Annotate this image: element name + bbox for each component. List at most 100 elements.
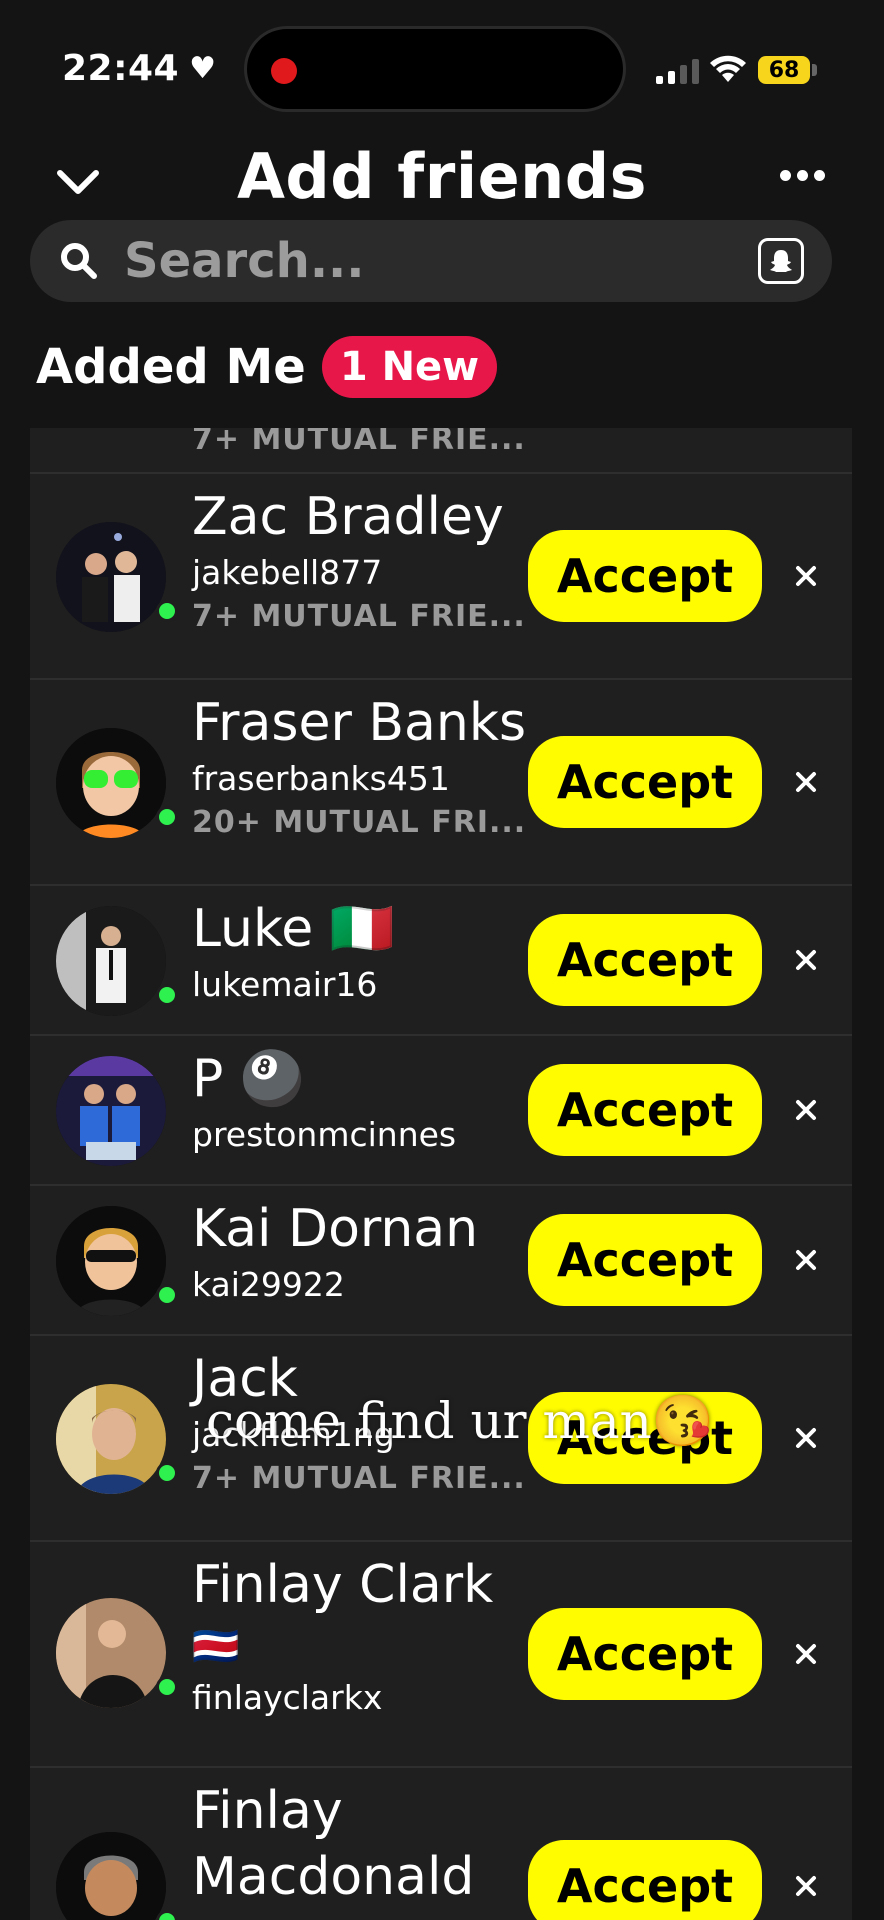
friend-name: Luke 🇮🇹 (192, 899, 395, 959)
battery-level: 68 (768, 57, 800, 83)
friend-info: Zac Bradley jakebell877 7+ MUTUAL FRIE..… (192, 487, 526, 634)
page-title: Add friends (236, 140, 648, 213)
cellular-signal-icon (656, 58, 699, 84)
snapcode-icon (770, 250, 792, 272)
accept-button[interactable]: Accept (528, 1840, 762, 1920)
battery-tip (812, 64, 817, 76)
accept-button[interactable]: Accept (528, 530, 762, 622)
friend-info: Luke 🇮🇹 lukemair16 (192, 899, 522, 1007)
list-item[interactable]: Finlay Macdonald Accept (30, 1766, 852, 1920)
close-icon (796, 1428, 816, 1448)
list-item[interactable]: Fraser Banks fraserbanks451 20+ MUTUAL F… (30, 678, 852, 884)
avatar (56, 1206, 166, 1316)
friend-username: kai29922 (192, 1264, 345, 1304)
friend-username: jakebell877 (192, 552, 383, 592)
avatar (56, 1598, 166, 1708)
accept-button[interactable]: Accept (528, 1214, 762, 1306)
avatar (56, 1056, 166, 1166)
added-me-section-header: Added Me 1 New (36, 336, 498, 398)
friend-info: Finlay Clark 🇨🇷 finlayclarkx (192, 1555, 522, 1720)
online-indicator (156, 1462, 178, 1484)
mutual-friends-label: 7+ MUTUAL FRIE... (192, 1460, 526, 1496)
more-options-button[interactable] (780, 170, 825, 181)
avatar (56, 728, 166, 838)
status-bar: 22:44 ♥ 68 (0, 0, 884, 140)
friend-name: Kai Dornan (192, 1199, 479, 1259)
online-indicator (156, 1910, 178, 1920)
dismiss-button[interactable] (788, 1636, 824, 1672)
wifi-icon (710, 55, 746, 82)
added-me-list: 7+ MUTUAL FRIE... Zac Bradley jakebell87… (30, 428, 852, 1920)
search-input[interactable] (124, 220, 744, 302)
list-item[interactable]: Finlay Clark 🇨🇷 finlayclarkx Accept (30, 1540, 852, 1766)
close-icon (796, 1100, 816, 1120)
back-button[interactable] (48, 152, 108, 212)
snapcode-button[interactable] (758, 238, 804, 284)
friend-info: P 🎱 prestonmcinnes (192, 1049, 522, 1157)
search-icon (61, 243, 97, 279)
online-indicator (156, 1676, 178, 1698)
accept-button[interactable]: Accept (528, 736, 762, 828)
close-icon (796, 1876, 816, 1896)
status-time: 22:44 ♥ (62, 48, 217, 89)
online-indicator (156, 984, 178, 1006)
close-icon (796, 772, 816, 792)
friend-info: Fraser Banks fraserbanks451 20+ MUTUAL F… (192, 693, 527, 840)
dynamic-island (244, 26, 626, 112)
list-item[interactable]: P 🎱 prestonmcinnes Accept (30, 1034, 852, 1184)
time-text: 22:44 (62, 48, 180, 89)
dismiss-button[interactable] (788, 942, 824, 978)
online-indicator (156, 806, 178, 828)
dismiss-button[interactable] (788, 1868, 824, 1904)
dismiss-button[interactable] (788, 1242, 824, 1278)
add-friends-screen: 22:44 ♥ 68 Add friends Search... Added M… (0, 0, 884, 1920)
chevron-down-icon (57, 170, 99, 194)
recording-dot-icon (271, 58, 297, 84)
dismiss-button[interactable] (788, 764, 824, 800)
mutual-friends-label: 20+ MUTUAL FRI... (192, 804, 527, 840)
online-indicator (156, 1284, 178, 1306)
dismiss-button[interactable] (788, 558, 824, 594)
country-flag: 🇨🇷 (192, 1623, 240, 1668)
avatar (56, 1384, 166, 1494)
close-icon (796, 1250, 816, 1270)
accept-button[interactable]: Accept (528, 1064, 762, 1156)
online-indicator (156, 600, 178, 622)
accept-button[interactable]: Accept (528, 914, 762, 1006)
list-item-partial: 7+ MUTUAL FRIE... (30, 428, 852, 472)
overlay-caption: come find ur man😘 (206, 1392, 715, 1450)
dismiss-button[interactable] (788, 1420, 824, 1456)
avatar (56, 522, 166, 632)
accept-button[interactable]: Accept (528, 1608, 762, 1700)
friend-username: finlayclarkx (192, 1678, 383, 1718)
section-title: Added Me (36, 339, 306, 395)
friend-name: Finlay Clark (192, 1555, 494, 1615)
close-icon (796, 1644, 816, 1664)
new-count-badge: 1 New (321, 336, 498, 398)
list-item[interactable]: Kai Dornan kai29922 Accept (30, 1184, 852, 1334)
list-item[interactable]: Zac Bradley jakebell877 7+ MUTUAL FRIE..… (30, 472, 852, 678)
heart-icon: ♥ (189, 51, 217, 86)
friend-info: Finlay Macdonald (192, 1781, 522, 1908)
avatar (56, 906, 166, 1016)
friend-username: fraserbanks451 (192, 758, 450, 798)
friend-username: lukemair16 (192, 964, 378, 1004)
friend-name: Fraser Banks (192, 693, 527, 753)
friend-name: Zac Bradley (192, 487, 504, 547)
mutual-friends-label: 7+ MUTUAL FRIE... (192, 428, 526, 457)
friend-name: P 🎱 (192, 1049, 305, 1109)
avatar (56, 1832, 166, 1920)
close-icon (796, 950, 816, 970)
more-horizontal-icon (780, 170, 791, 181)
mutual-friends-label: 7+ MUTUAL FRIE... (192, 598, 526, 634)
friend-name-line1: Finlay (192, 1781, 343, 1841)
friend-name-line2: Macdonald (192, 1846, 475, 1907)
battery-icon: 68 (758, 56, 810, 84)
close-icon (796, 566, 816, 586)
header: Add friends (0, 130, 884, 230)
friend-info: Kai Dornan kai29922 (192, 1199, 522, 1307)
dismiss-button[interactable] (788, 1092, 824, 1128)
friend-username: prestonmcinnes (192, 1114, 457, 1154)
list-item[interactable]: Luke 🇮🇹 lukemair16 Accept (30, 884, 852, 1034)
search-bar[interactable] (30, 220, 832, 302)
